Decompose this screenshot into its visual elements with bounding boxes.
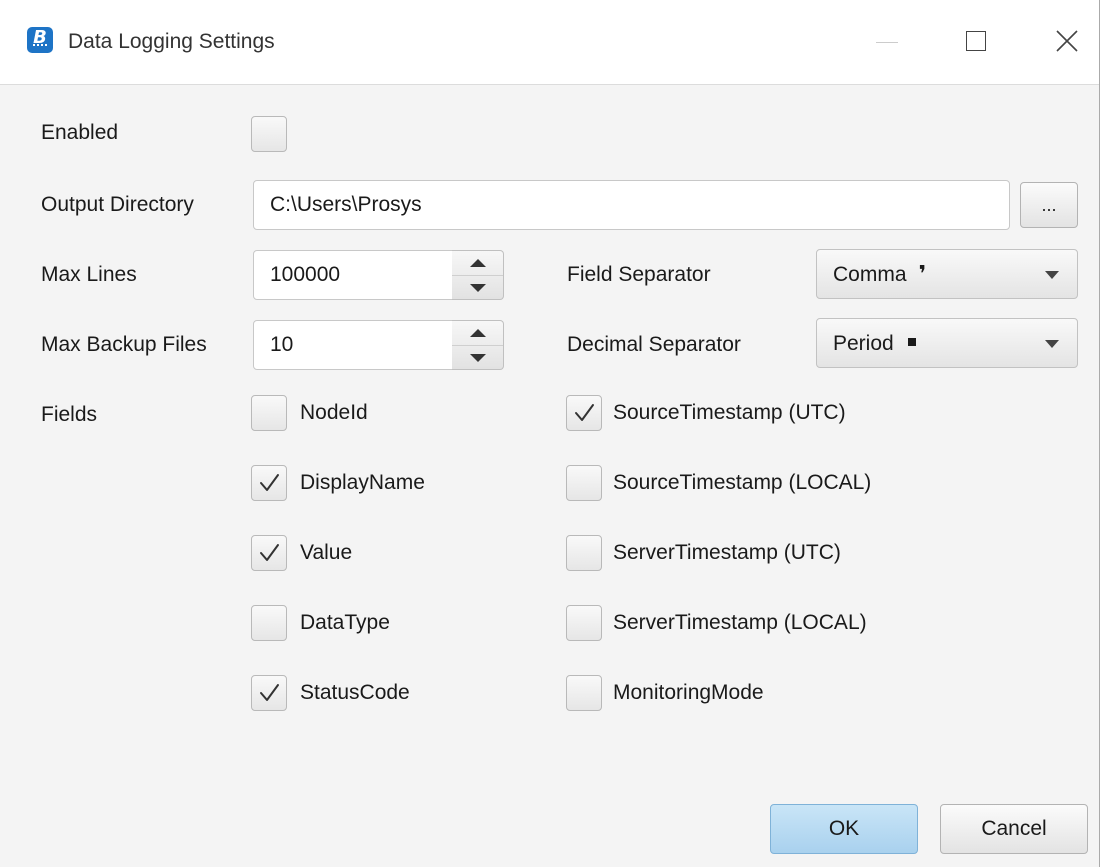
- dialog-content: Enabled Output Directory C:\Users\Prosys…: [0, 84, 1099, 867]
- field-separator-dropdown[interactable]: Comma ❜: [816, 249, 1078, 299]
- enabled-checkbox[interactable]: [251, 116, 287, 152]
- decimal-separator-dropdown[interactable]: Period: [816, 318, 1078, 368]
- cancel-button[interactable]: Cancel: [940, 804, 1088, 854]
- data-logging-settings-dialog: B Data Logging Settings Enabled Output D…: [0, 0, 1100, 867]
- field-checkbox-label[interactable]: MonitoringMode: [613, 680, 764, 706]
- field-checkbox-label[interactable]: ServerTimestamp (UTC): [613, 540, 841, 566]
- field-checkbox[interactable]: [251, 395, 287, 431]
- field-checkbox-label[interactable]: StatusCode: [300, 680, 410, 706]
- field-checkbox[interactable]: [251, 535, 287, 571]
- field-separator-value: Comma: [833, 263, 907, 286]
- output-directory-field[interactable]: C:\Users\Prosys: [253, 180, 1010, 230]
- max-lines-label: Max Lines: [41, 263, 137, 286]
- field-checkbox[interactable]: [251, 675, 287, 711]
- field-checkbox[interactable]: [251, 605, 287, 641]
- fields-label: Fields: [41, 403, 98, 426]
- field-checkbox-label[interactable]: NodeId: [300, 400, 368, 426]
- window-title: Data Logging Settings: [68, 30, 275, 53]
- field-checkbox-label[interactable]: DisplayName: [300, 470, 425, 496]
- minimize-icon: [876, 42, 898, 43]
- close-icon: [1056, 30, 1078, 52]
- max-backup-files-label: Max Backup Files: [41, 333, 207, 356]
- chevron-down-icon: [1045, 271, 1059, 279]
- max-lines-decrement-button[interactable]: [452, 276, 503, 300]
- field-checkbox[interactable]: [566, 605, 602, 641]
- period-glyph-icon: [907, 338, 916, 347]
- field-checkbox[interactable]: [566, 535, 602, 571]
- checkmark-icon: [260, 544, 279, 561]
- field-checkbox-label[interactable]: SourceTimestamp (LOCAL): [613, 470, 871, 496]
- max-backup-files-decrement-button[interactable]: [452, 346, 503, 370]
- field-separator-label: Field Separator: [567, 263, 711, 286]
- arrow-up-icon: [470, 329, 486, 337]
- field-checkbox[interactable]: [566, 675, 602, 711]
- decimal-separator-label: Decimal Separator: [567, 333, 741, 356]
- field-checkbox[interactable]: [251, 465, 287, 501]
- field-checkbox[interactable]: [566, 395, 602, 431]
- chevron-down-icon: [1045, 340, 1059, 348]
- minimize-button[interactable]: [857, 18, 917, 68]
- field-checkbox-label[interactable]: ServerTimestamp (LOCAL): [613, 610, 867, 636]
- checkmark-icon: [260, 684, 279, 701]
- close-button[interactable]: [1037, 18, 1097, 68]
- max-backup-files-stepper[interactable]: [452, 320, 504, 370]
- field-checkbox-label[interactable]: SourceTimestamp (UTC): [613, 400, 846, 426]
- max-lines-field[interactable]: 100000: [253, 250, 453, 300]
- ok-button[interactable]: OK: [770, 804, 918, 854]
- arrow-up-icon: [470, 259, 486, 267]
- output-directory-label: Output Directory: [41, 193, 194, 216]
- max-backup-files-field[interactable]: 10: [253, 320, 453, 370]
- field-checkbox-label[interactable]: Value: [300, 540, 352, 566]
- checkmark-icon: [575, 404, 594, 421]
- field-checkbox[interactable]: [566, 465, 602, 501]
- title-bar[interactable]: B Data Logging Settings: [0, 0, 1099, 84]
- arrow-down-icon: [470, 284, 486, 292]
- decimal-separator-value: Period: [833, 332, 894, 355]
- browse-directory-button[interactable]: ...: [1020, 182, 1078, 228]
- checkmark-icon: [260, 474, 279, 491]
- maximize-icon: [966, 31, 986, 51]
- field-checkbox-label[interactable]: DataType: [300, 610, 390, 636]
- arrow-down-icon: [470, 354, 486, 362]
- max-backup-files-increment-button[interactable]: [452, 321, 503, 346]
- max-lines-increment-button[interactable]: [452, 251, 503, 276]
- app-logo-icon: B: [27, 27, 53, 53]
- maximize-button[interactable]: [947, 18, 1007, 68]
- max-lines-stepper[interactable]: [452, 250, 504, 300]
- comma-glyph-icon: ❜: [918, 262, 927, 287]
- enabled-label: Enabled: [41, 121, 119, 144]
